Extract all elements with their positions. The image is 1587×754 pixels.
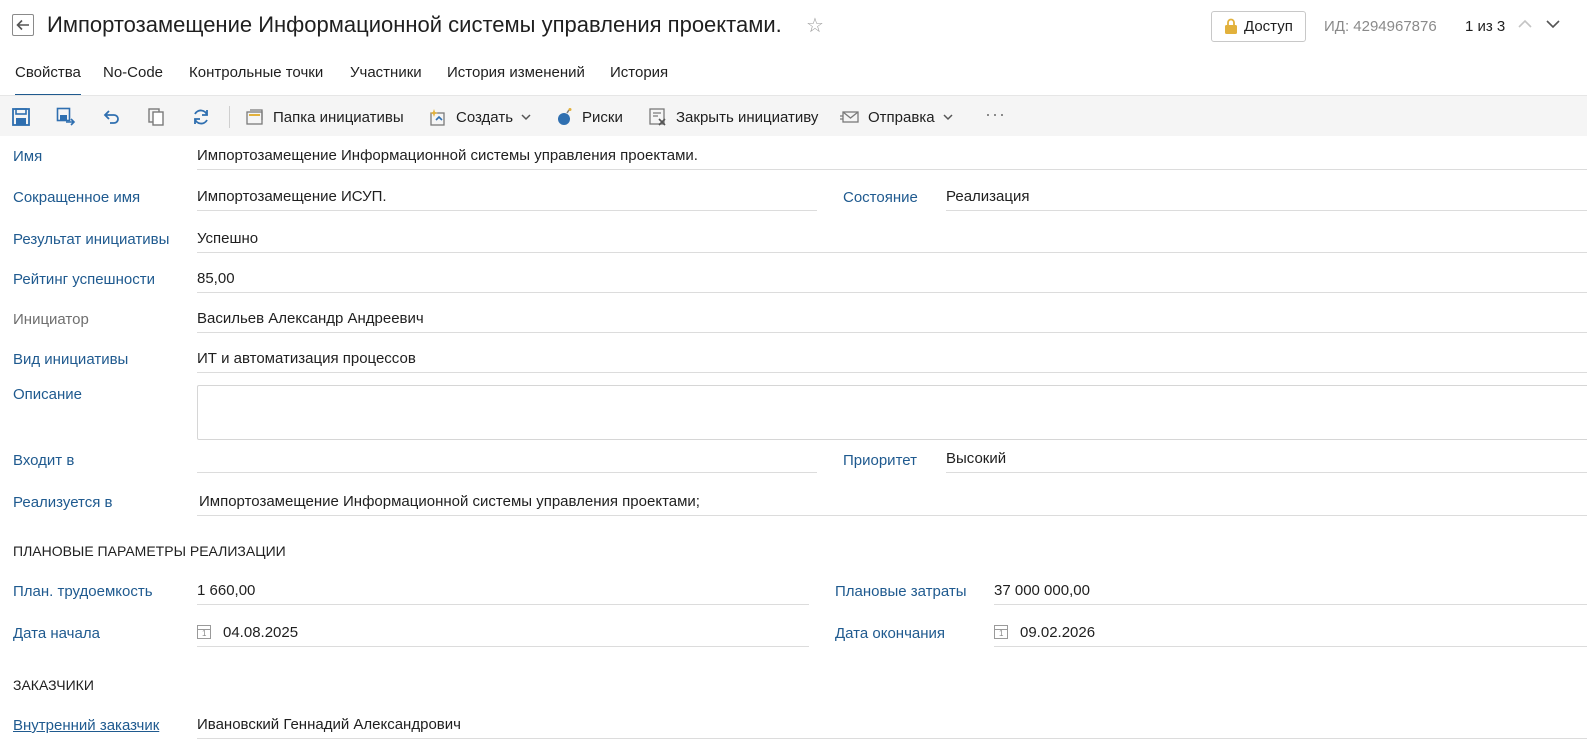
create-sparkle-icon [430, 109, 445, 126]
short-name-label: Сокращенное имя [13, 189, 141, 206]
access-label: Доступ [1244, 18, 1293, 35]
description-textarea[interactable] [197, 385, 1587, 440]
priority-field[interactable]: Высокий [946, 450, 1587, 473]
lock-icon [1225, 18, 1237, 34]
tab-no-code[interactable]: No-Code [103, 64, 163, 94]
tab-change-history[interactable]: История изменений [447, 64, 585, 94]
risks-button[interactable]: Риски [556, 105, 623, 129]
start-date-field[interactable]: 1 04.08.2025 [197, 624, 809, 647]
access-button[interactable]: Доступ [1211, 11, 1306, 42]
kind-label: Вид инициативы [13, 351, 129, 368]
create-dropdown-button[interactable]: Создать [428, 105, 531, 129]
refresh-icon[interactable] [191, 107, 211, 127]
close-initiative-button[interactable]: Закрыть инициативу [648, 105, 818, 129]
start-date-value: 04.08.2025 [223, 624, 299, 641]
calendar-icon[interactable]: 1 [994, 625, 1008, 639]
initiative-folder-button[interactable]: Папка инициативы [246, 105, 404, 129]
send-dropdown-button[interactable]: Отправка [840, 105, 953, 129]
internal-customer-field[interactable]: Ивановский Геннадий Александрович [197, 716, 1587, 739]
more-options-icon[interactable]: ··· [985, 104, 1006, 125]
customers-section-title: ЗАКАЗЧИКИ [13, 677, 94, 693]
close-document-icon [649, 108, 666, 126]
result-label: Результат инициативы [13, 231, 170, 248]
copy-icon[interactable] [146, 107, 166, 127]
undo-icon[interactable] [101, 107, 121, 127]
initiator-label: Инициатор [13, 311, 89, 328]
record-id: ИД: 4294967876 [1324, 18, 1437, 35]
back-button[interactable] [12, 14, 34, 36]
internal-customer-link[interactable]: Внутренний заказчик [13, 717, 159, 734]
tab-properties[interactable]: Свойства [15, 64, 81, 97]
envelope-icon [840, 111, 859, 123]
state-field[interactable]: Реализация [946, 188, 1587, 211]
description-label: Описание [13, 386, 83, 403]
initiative-folder-label: Папка инициативы [273, 108, 404, 126]
tab-participants[interactable]: Участники [350, 64, 422, 94]
name-label: Имя [13, 148, 43, 165]
state-label: Состояние [843, 189, 918, 206]
part-of-field[interactable] [197, 450, 817, 473]
toolbar-separator [229, 106, 230, 128]
chevron-down-icon [521, 114, 531, 121]
short-name-field[interactable]: Импортозамещение ИСУП. [197, 188, 817, 211]
tab-history[interactable]: История [610, 64, 668, 94]
kind-field[interactable]: ИТ и автоматизация процессов [197, 350, 1587, 373]
part-of-label: Входит в [13, 452, 75, 469]
chevron-up-icon[interactable] [1517, 16, 1533, 32]
arrow-left-icon [16, 19, 29, 31]
send-label: Отправка [868, 108, 935, 126]
rating-field[interactable]: 85,00 [197, 270, 1587, 293]
chevron-down-icon[interactable] [1545, 16, 1561, 32]
tab-checkpoints[interactable]: Контрольные точки [189, 64, 323, 94]
folder-icon [246, 109, 263, 125]
favorite-star-icon[interactable]: ☆ [806, 15, 824, 37]
initiator-field[interactable]: Васильев Александр Андреевич [197, 310, 1587, 333]
page-title: Импортозамещение Информационной системы … [47, 12, 782, 37]
realized-in-label: Реализуется в [13, 494, 113, 511]
costs-field[interactable]: 37 000 000,00 [994, 582, 1587, 605]
close-initiative-label: Закрыть инициативу [676, 108, 819, 126]
pager-text: 1 из 3 [1465, 18, 1506, 35]
start-date-label: Дата начала [13, 625, 100, 642]
costs-label: Плановые затраты [835, 583, 967, 600]
realized-in-field[interactable]: Импортозамещение Информационной системы … [197, 493, 1587, 516]
end-date-value: 09.02.2026 [1020, 624, 1096, 641]
labor-label: План. трудоемкость [13, 583, 153, 600]
calendar-icon[interactable]: 1 [197, 625, 211, 639]
result-field[interactable]: Успешно [197, 230, 1587, 253]
end-date-label: Дата окончания [835, 625, 946, 642]
rating-label: Рейтинг успешности [13, 271, 155, 288]
save-icon[interactable] [11, 107, 31, 127]
chevron-down-icon [943, 114, 953, 121]
end-date-field[interactable]: 1 09.02.2026 [994, 624, 1587, 647]
create-label: Создать [456, 108, 514, 126]
priority-label: Приоритет [843, 452, 917, 469]
risks-label: Риски [582, 108, 623, 126]
plan-section-title: ПЛАНОВЫЕ ПАРАМЕТРЫ РЕАЛИЗАЦИИ [13, 543, 286, 559]
bomb-icon [558, 108, 572, 125]
labor-field[interactable]: 1 660,00 [197, 582, 809, 605]
save-and-close-icon[interactable] [56, 107, 76, 127]
name-field[interactable]: Импортозамещение Информационной системы … [197, 147, 1587, 170]
